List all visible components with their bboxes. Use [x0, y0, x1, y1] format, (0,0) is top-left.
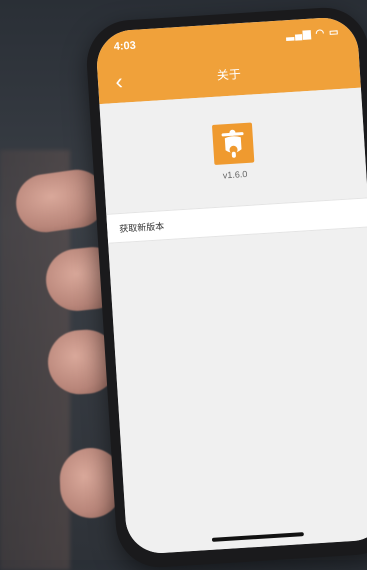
- get-new-version-label: 获取新版本: [118, 221, 165, 235]
- status-time: 4:03: [113, 39, 137, 54]
- status-bar: 4:03 ▂▄▆ ◠ ▭: [96, 26, 358, 58]
- page-title: 关于: [216, 67, 242, 83]
- battery-icon: ▭: [328, 26, 340, 39]
- app-version: v1.6.0: [222, 168, 248, 181]
- list-item[interactable]: 获取新版本: [106, 197, 367, 244]
- about-content: v1.6.0 获取新版本: [99, 87, 367, 556]
- status-icons: ▂▄▆ ◠ ▭: [286, 27, 340, 41]
- signal-icon: ▂▄▆: [285, 28, 313, 42]
- wifi-icon: ◠: [315, 27, 326, 40]
- phone-device: 4:03 ▂▄▆ ◠ ▭ ‹ 关于 v1.6.0 获取新版本: [84, 5, 367, 570]
- phone-screen: 4:03 ▂▄▆ ◠ ▭ ‹ 关于 v1.6.0 获取新版本: [94, 15, 367, 556]
- app-logo-icon: [211, 122, 255, 165]
